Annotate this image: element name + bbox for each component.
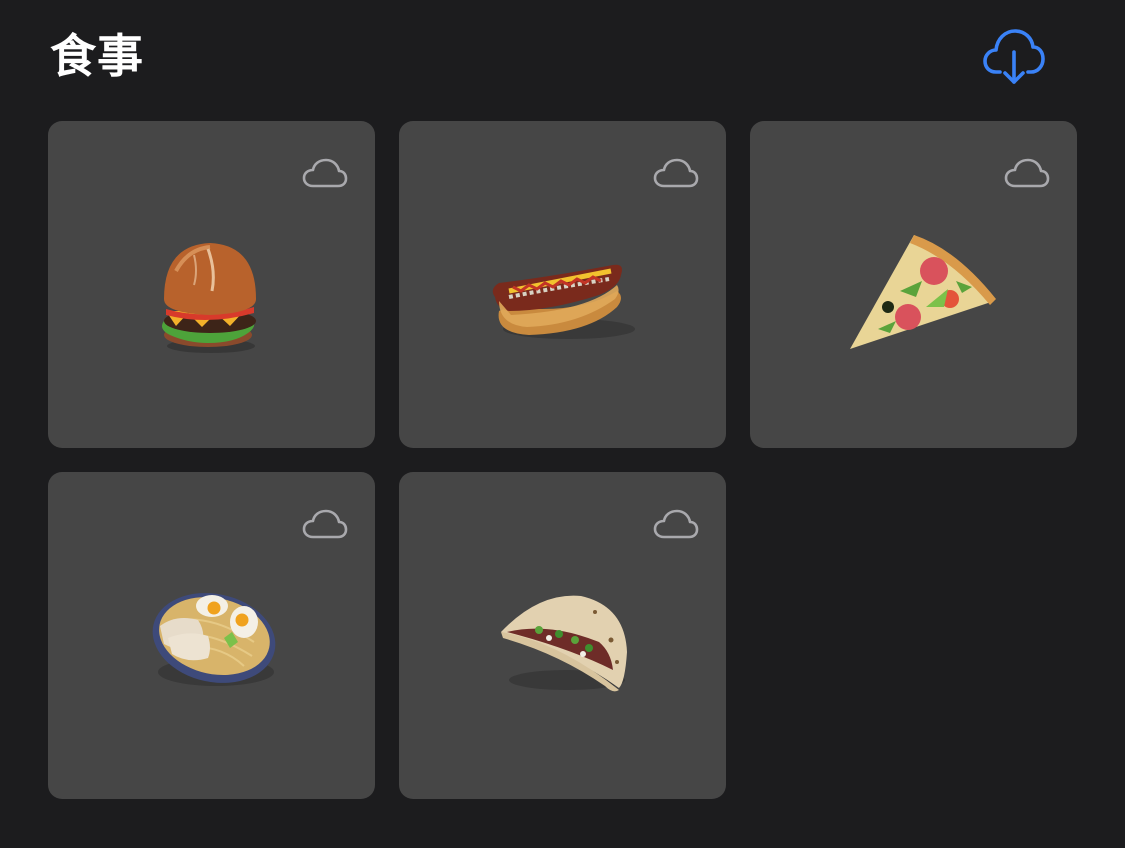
taco-image <box>399 472 726 799</box>
food-card-pizza-slice[interactable] <box>750 121 1077 448</box>
food-card-taco[interactable] <box>399 472 726 799</box>
page-title: 食事 <box>50 29 144 83</box>
hamburger-image <box>48 121 375 448</box>
food-grid <box>48 121 1077 799</box>
food-card-hot-dog[interactable] <box>399 121 726 448</box>
food-card-ramen-bowl[interactable] <box>48 472 375 799</box>
cloud-download-icon <box>983 29 1045 84</box>
food-card-hamburger[interactable] <box>48 121 375 448</box>
pizza-slice-image <box>750 121 1077 448</box>
ramen-bowl-image <box>48 472 375 799</box>
download-all-button[interactable] <box>982 22 1046 88</box>
hot-dog-image <box>399 121 726 448</box>
